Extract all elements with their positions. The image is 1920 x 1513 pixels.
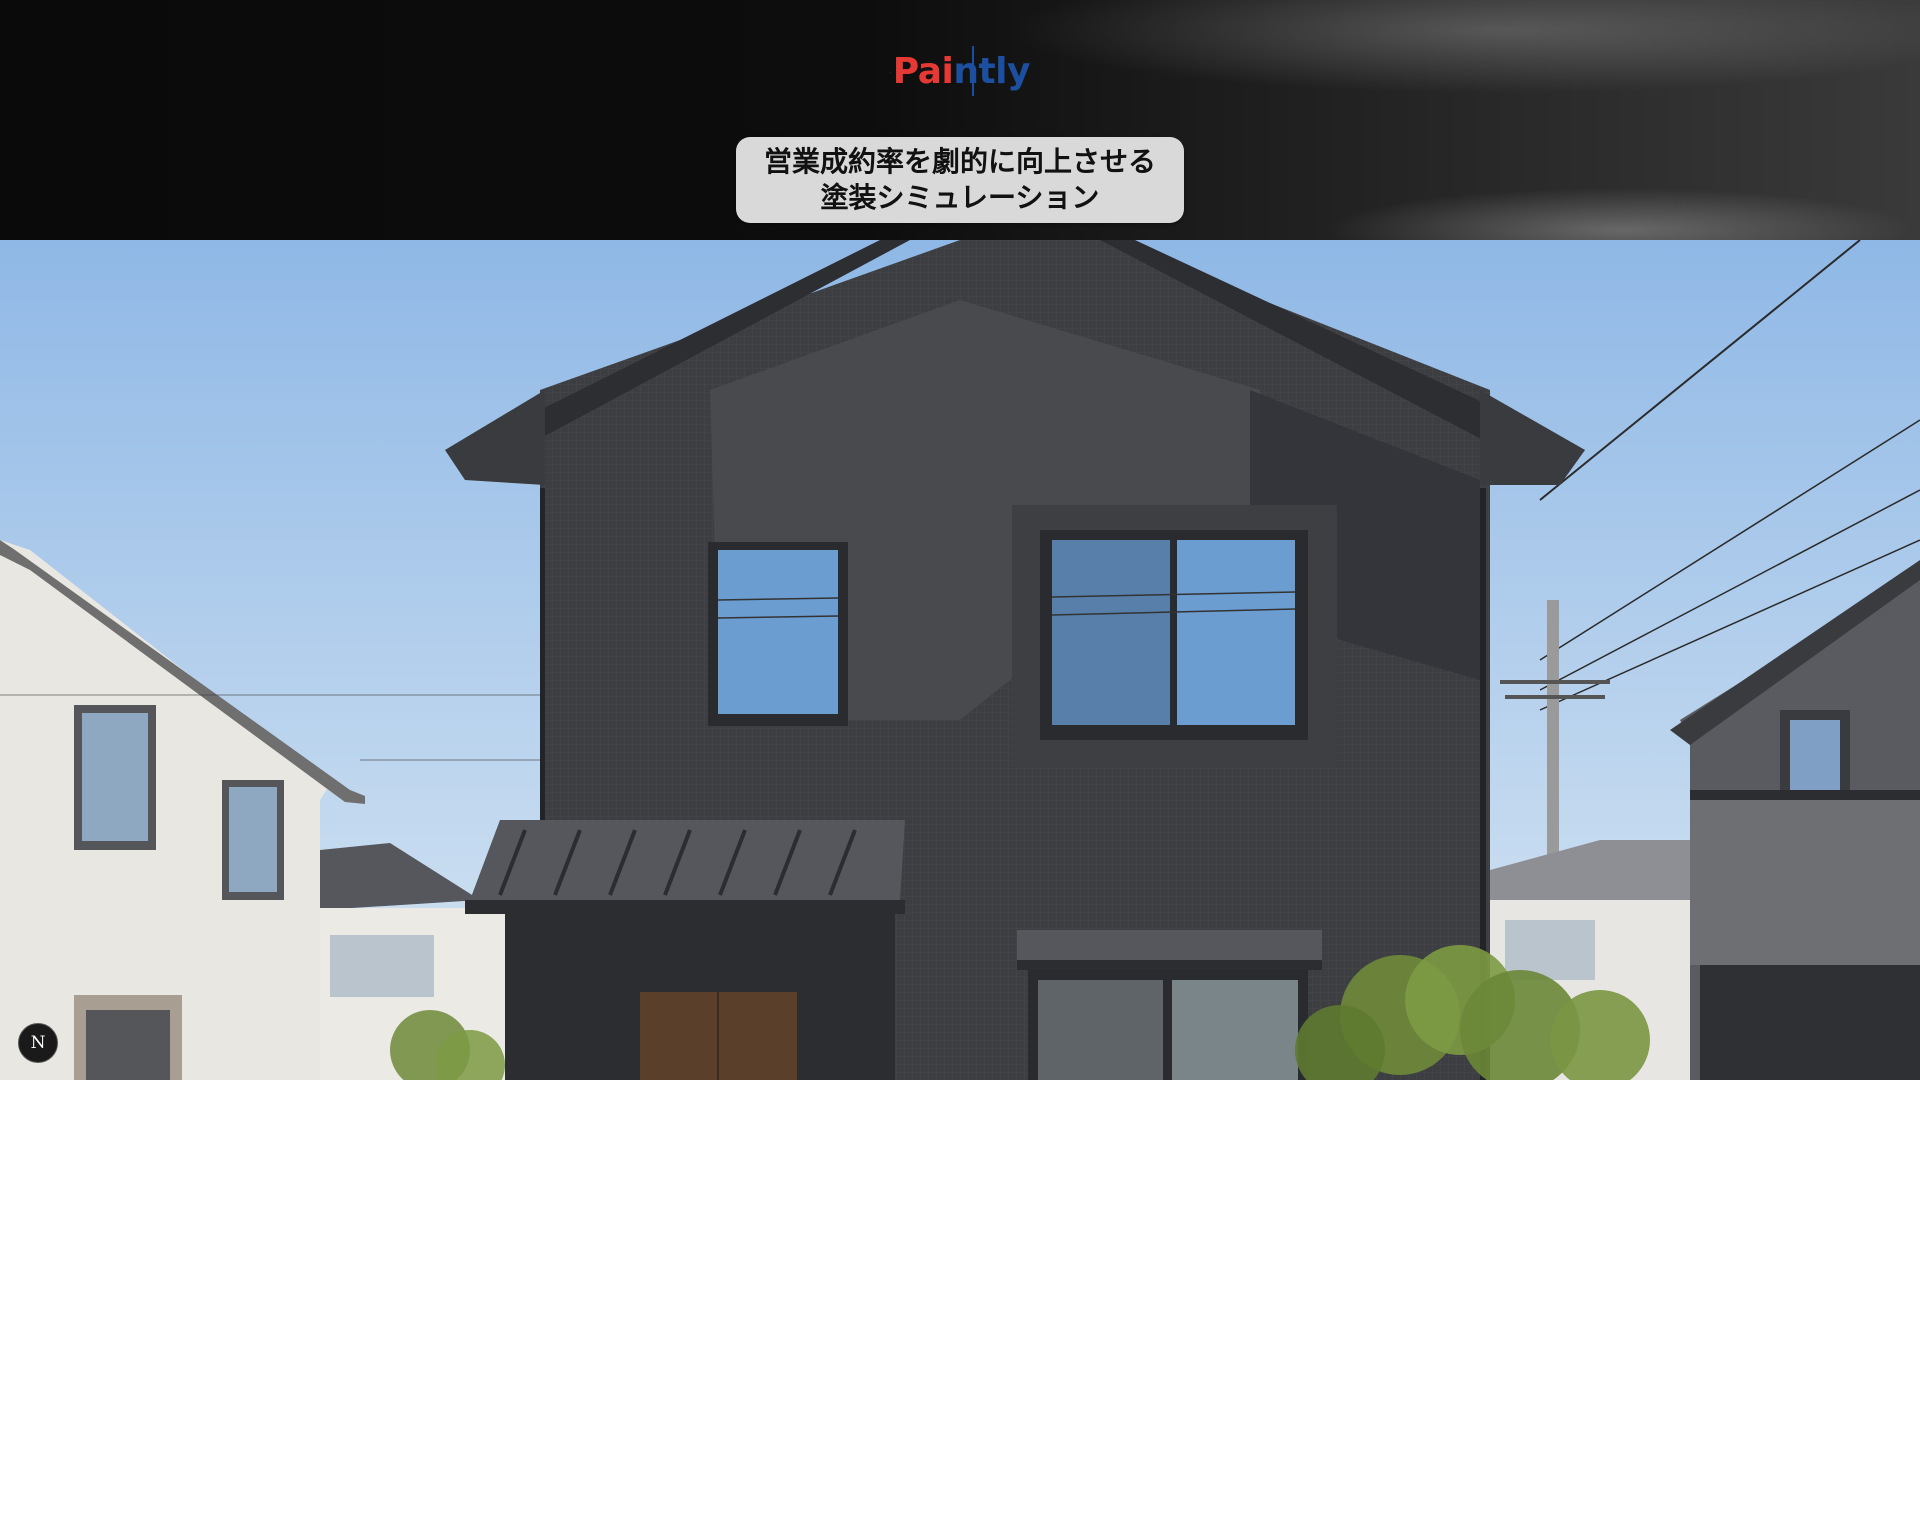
blank-content-area — [0, 1080, 1920, 1513]
tagline-line-1: 営業成約率を劇的に向上させる — [763, 145, 1156, 178]
tagline-box: 営業成約率を劇的に向上させる 塗装シミュレーション — [736, 137, 1184, 223]
page: Paintly 営業成約率を劇的に向上させる 塗装シミュレーション N — [0, 0, 1920, 1513]
logo-divider — [972, 46, 974, 96]
house-photo — [0, 240, 1920, 1080]
logo-text-red: Pai — [892, 51, 954, 92]
header-banner: Paintly 営業成約率を劇的に向上させる 塗装シミュレーション — [0, 0, 1920, 240]
hero-house-image — [0, 240, 1920, 1080]
badge-label: N — [30, 1033, 46, 1053]
house-brush-icon — [890, 71, 891, 73]
paintly-logo[interactable]: Paintly — [890, 46, 1030, 98]
tagline-line-2: 塗装シミュレーション — [820, 181, 1100, 214]
logo-text-blue: ntly — [953, 51, 1030, 92]
nextjs-dev-indicator-badge[interactable]: N — [18, 1023, 58, 1063]
logo-text: Paintly — [892, 51, 1031, 92]
